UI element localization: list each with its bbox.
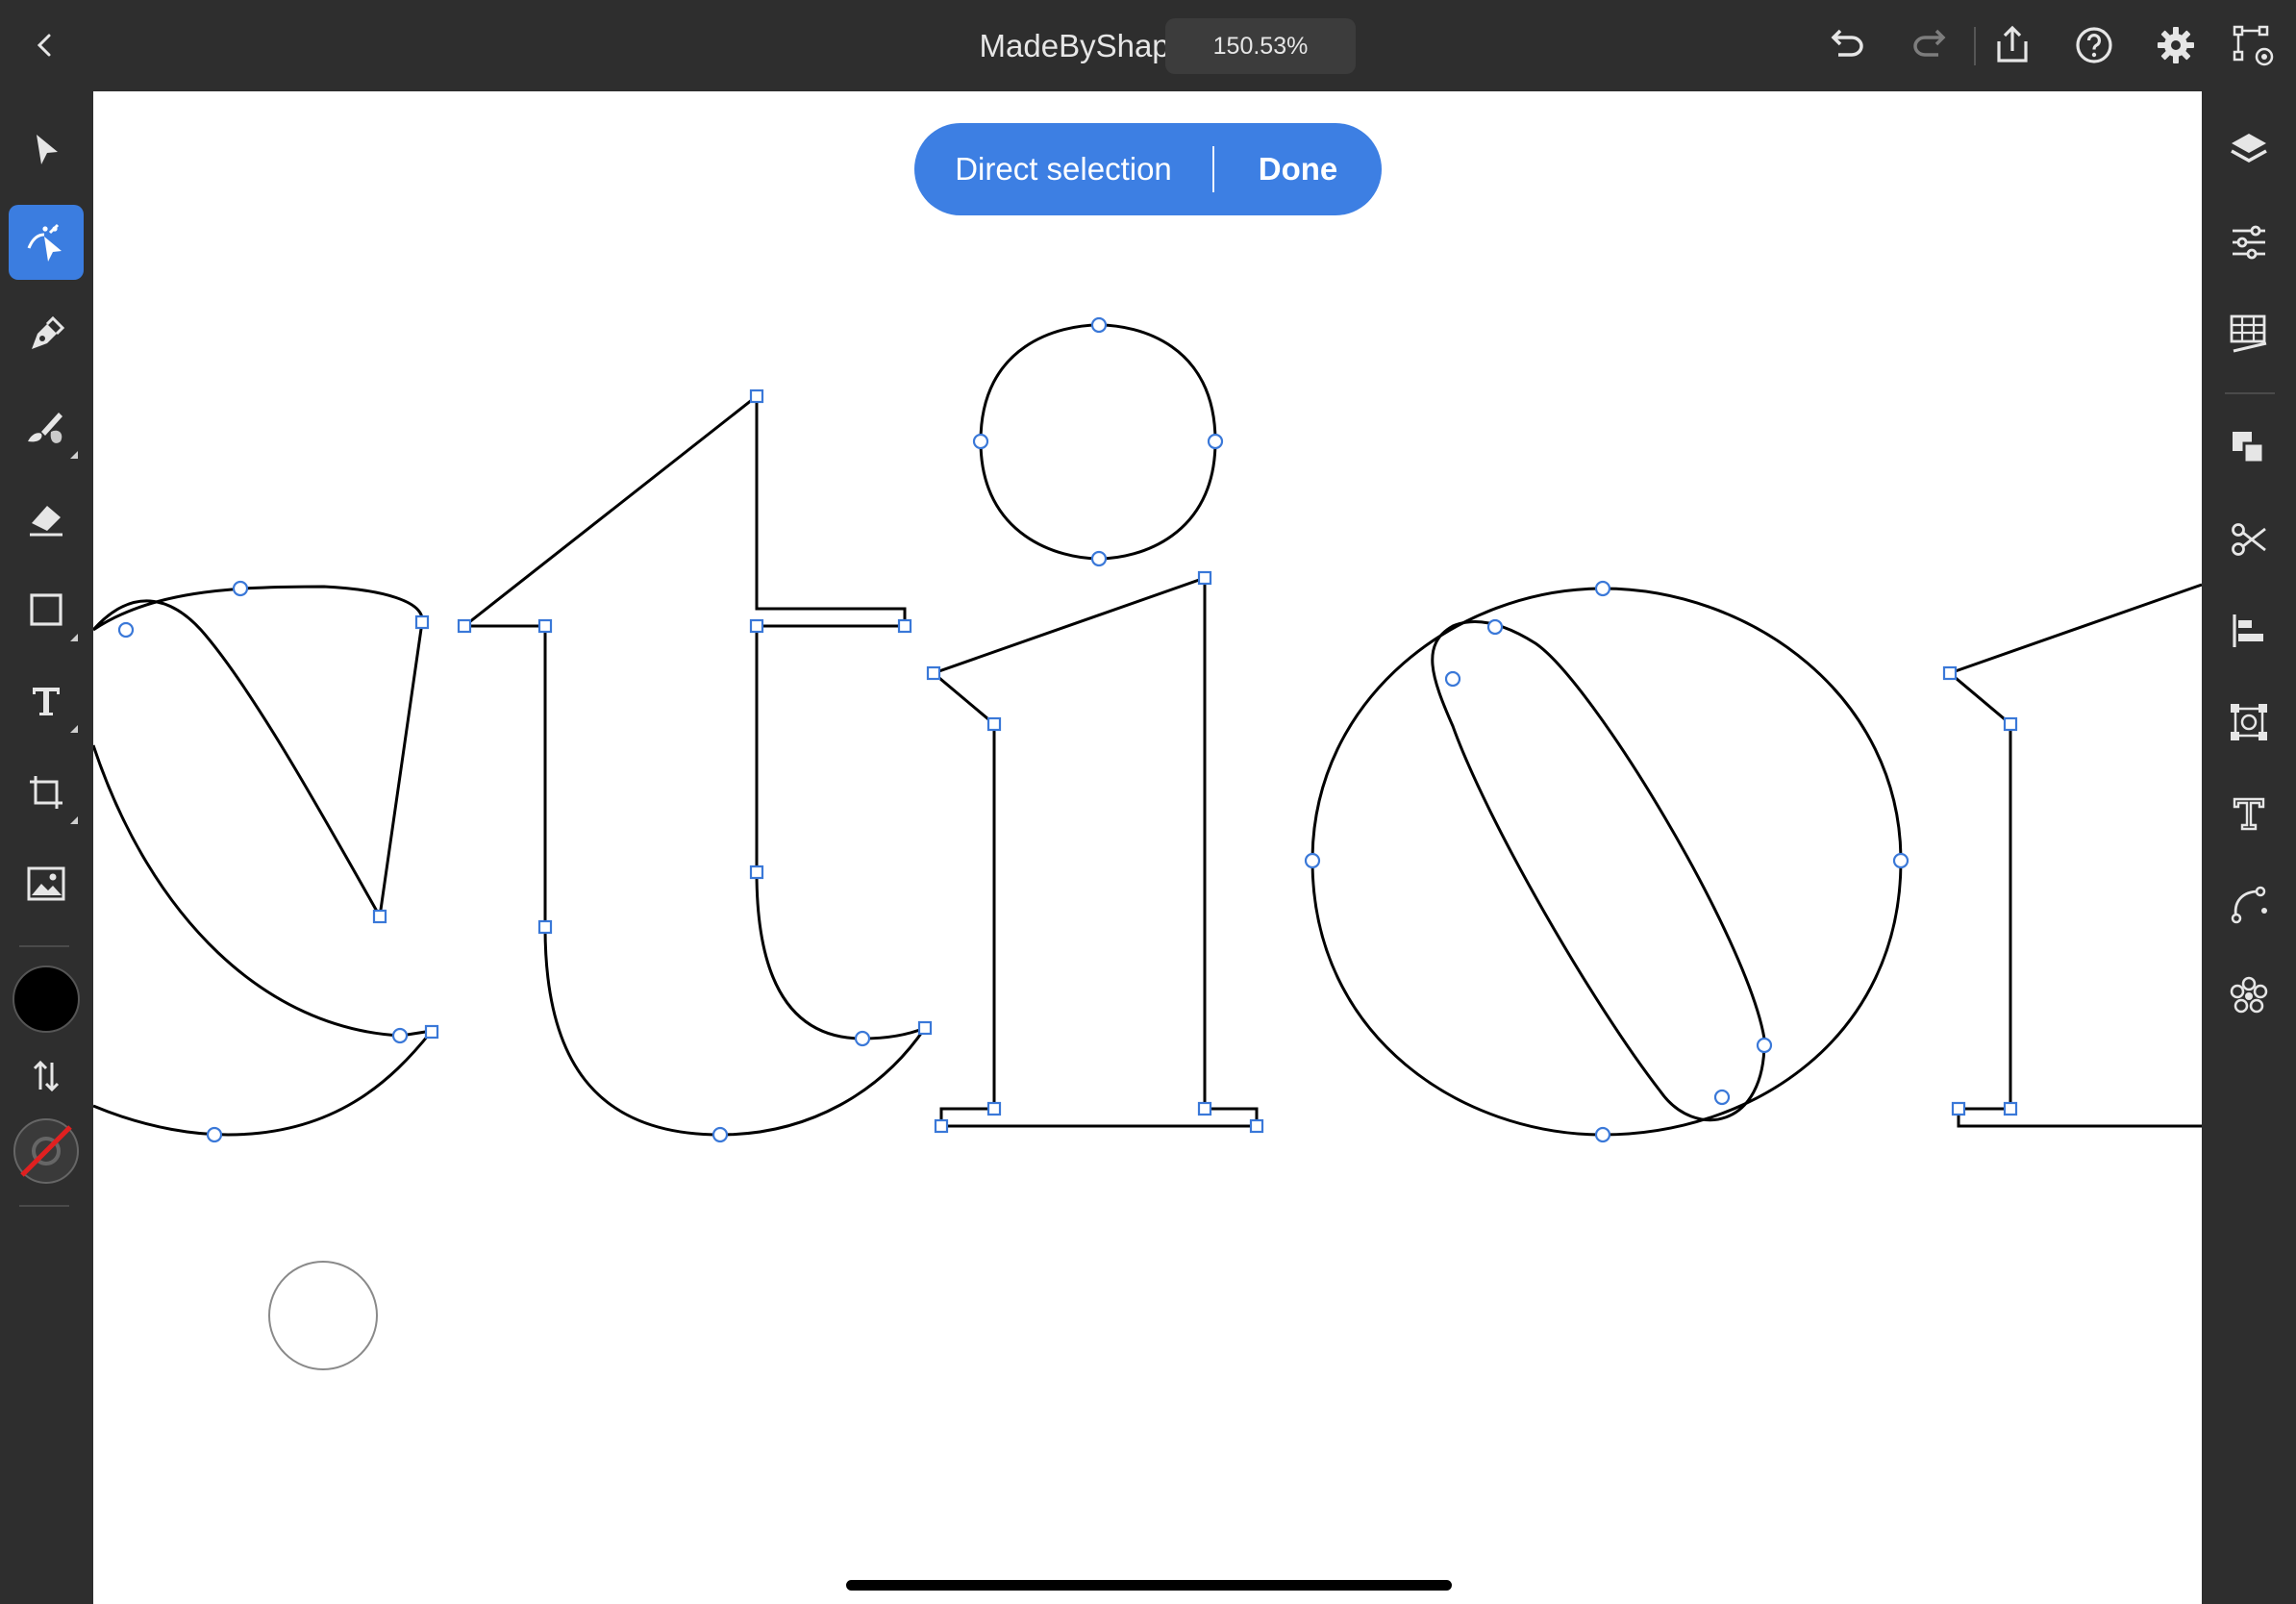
toolbar-divider bbox=[1974, 27, 1976, 65]
text-properties-icon[interactable] bbox=[2211, 776, 2286, 851]
toolbar-divider bbox=[2225, 392, 2275, 394]
direct-selection-mode-pill: Direct selection Done bbox=[914, 123, 1382, 215]
pill-divider bbox=[1212, 146, 1214, 192]
help-icon[interactable] bbox=[2070, 21, 2118, 69]
pen-icon[interactable] bbox=[9, 297, 84, 372]
document-title[interactable]: MadeByShape bbox=[923, 19, 1187, 73]
share-icon[interactable] bbox=[1988, 21, 2036, 69]
align-icon[interactable] bbox=[2211, 593, 2286, 668]
glyph-outlines[interactable] bbox=[93, 91, 2202, 1604]
left-toolbar bbox=[0, 91, 93, 1604]
stroke-none-swatch[interactable] bbox=[9, 1114, 84, 1189]
properties-sliders-icon[interactable] bbox=[2211, 205, 2286, 280]
top-bar: MadeByShape 150.53% bbox=[0, 0, 2296, 91]
glyph-o-counter bbox=[1431, 619, 1766, 1122]
drawing-canvas[interactable]: Direct selection Done bbox=[93, 91, 2202, 1604]
arrange-icon[interactable] bbox=[2211, 411, 2286, 486]
eraser-icon[interactable] bbox=[9, 481, 84, 556]
touch-cursor bbox=[268, 1261, 378, 1370]
glyph-o-outer bbox=[1310, 587, 1903, 1137]
done-button[interactable]: Done bbox=[1214, 151, 1382, 188]
glyph-i-dot bbox=[979, 323, 1217, 561]
glyph-t-outline bbox=[460, 392, 930, 1137]
toolbar-divider bbox=[19, 1205, 69, 1207]
glyph-e-outline bbox=[93, 744, 436, 1137]
path-icon[interactable] bbox=[2211, 867, 2286, 942]
back-chevron-icon[interactable] bbox=[21, 21, 69, 69]
swap-colors-icon[interactable] bbox=[9, 1039, 84, 1114]
glyph-n-partial bbox=[1947, 583, 2202, 1128]
glyph-e-counter bbox=[93, 585, 424, 921]
transform-icon[interactable] bbox=[2211, 685, 2286, 760]
brush-icon[interactable] bbox=[9, 389, 84, 464]
tool-options-caret bbox=[70, 816, 78, 824]
home-indicator bbox=[846, 1580, 1452, 1591]
tool-options-caret bbox=[70, 725, 78, 733]
direct-selection-icon[interactable] bbox=[9, 205, 84, 280]
touch-shortcut-icon[interactable] bbox=[2229, 21, 2277, 69]
redo-icon[interactable] bbox=[1907, 21, 1955, 69]
mode-label: Direct selection bbox=[955, 151, 1172, 187]
scissors-icon[interactable] bbox=[2211, 502, 2286, 577]
selection-arrow-icon[interactable] bbox=[9, 113, 84, 188]
tool-options-caret bbox=[70, 451, 78, 459]
crop-transform-icon[interactable] bbox=[9, 755, 84, 830]
toolbar-divider bbox=[19, 945, 69, 947]
rectangle-icon[interactable] bbox=[9, 572, 84, 647]
fill-color-swatch[interactable] bbox=[9, 962, 84, 1037]
type-icon[interactable] bbox=[9, 664, 84, 739]
settings-gear-icon[interactable] bbox=[2152, 21, 2200, 69]
layers-icon[interactable] bbox=[2211, 113, 2286, 188]
right-toolbar bbox=[2202, 91, 2296, 1604]
zoom-level[interactable]: 150.53% bbox=[1165, 18, 1356, 74]
tool-options-caret bbox=[70, 634, 78, 641]
image-icon[interactable] bbox=[9, 846, 84, 921]
appearance-grid-icon[interactable] bbox=[2211, 296, 2286, 371]
repeat-icon[interactable] bbox=[2211, 959, 2286, 1034]
glyph-i-stem bbox=[931, 575, 1259, 1128]
undo-icon[interactable] bbox=[1822, 21, 1870, 69]
